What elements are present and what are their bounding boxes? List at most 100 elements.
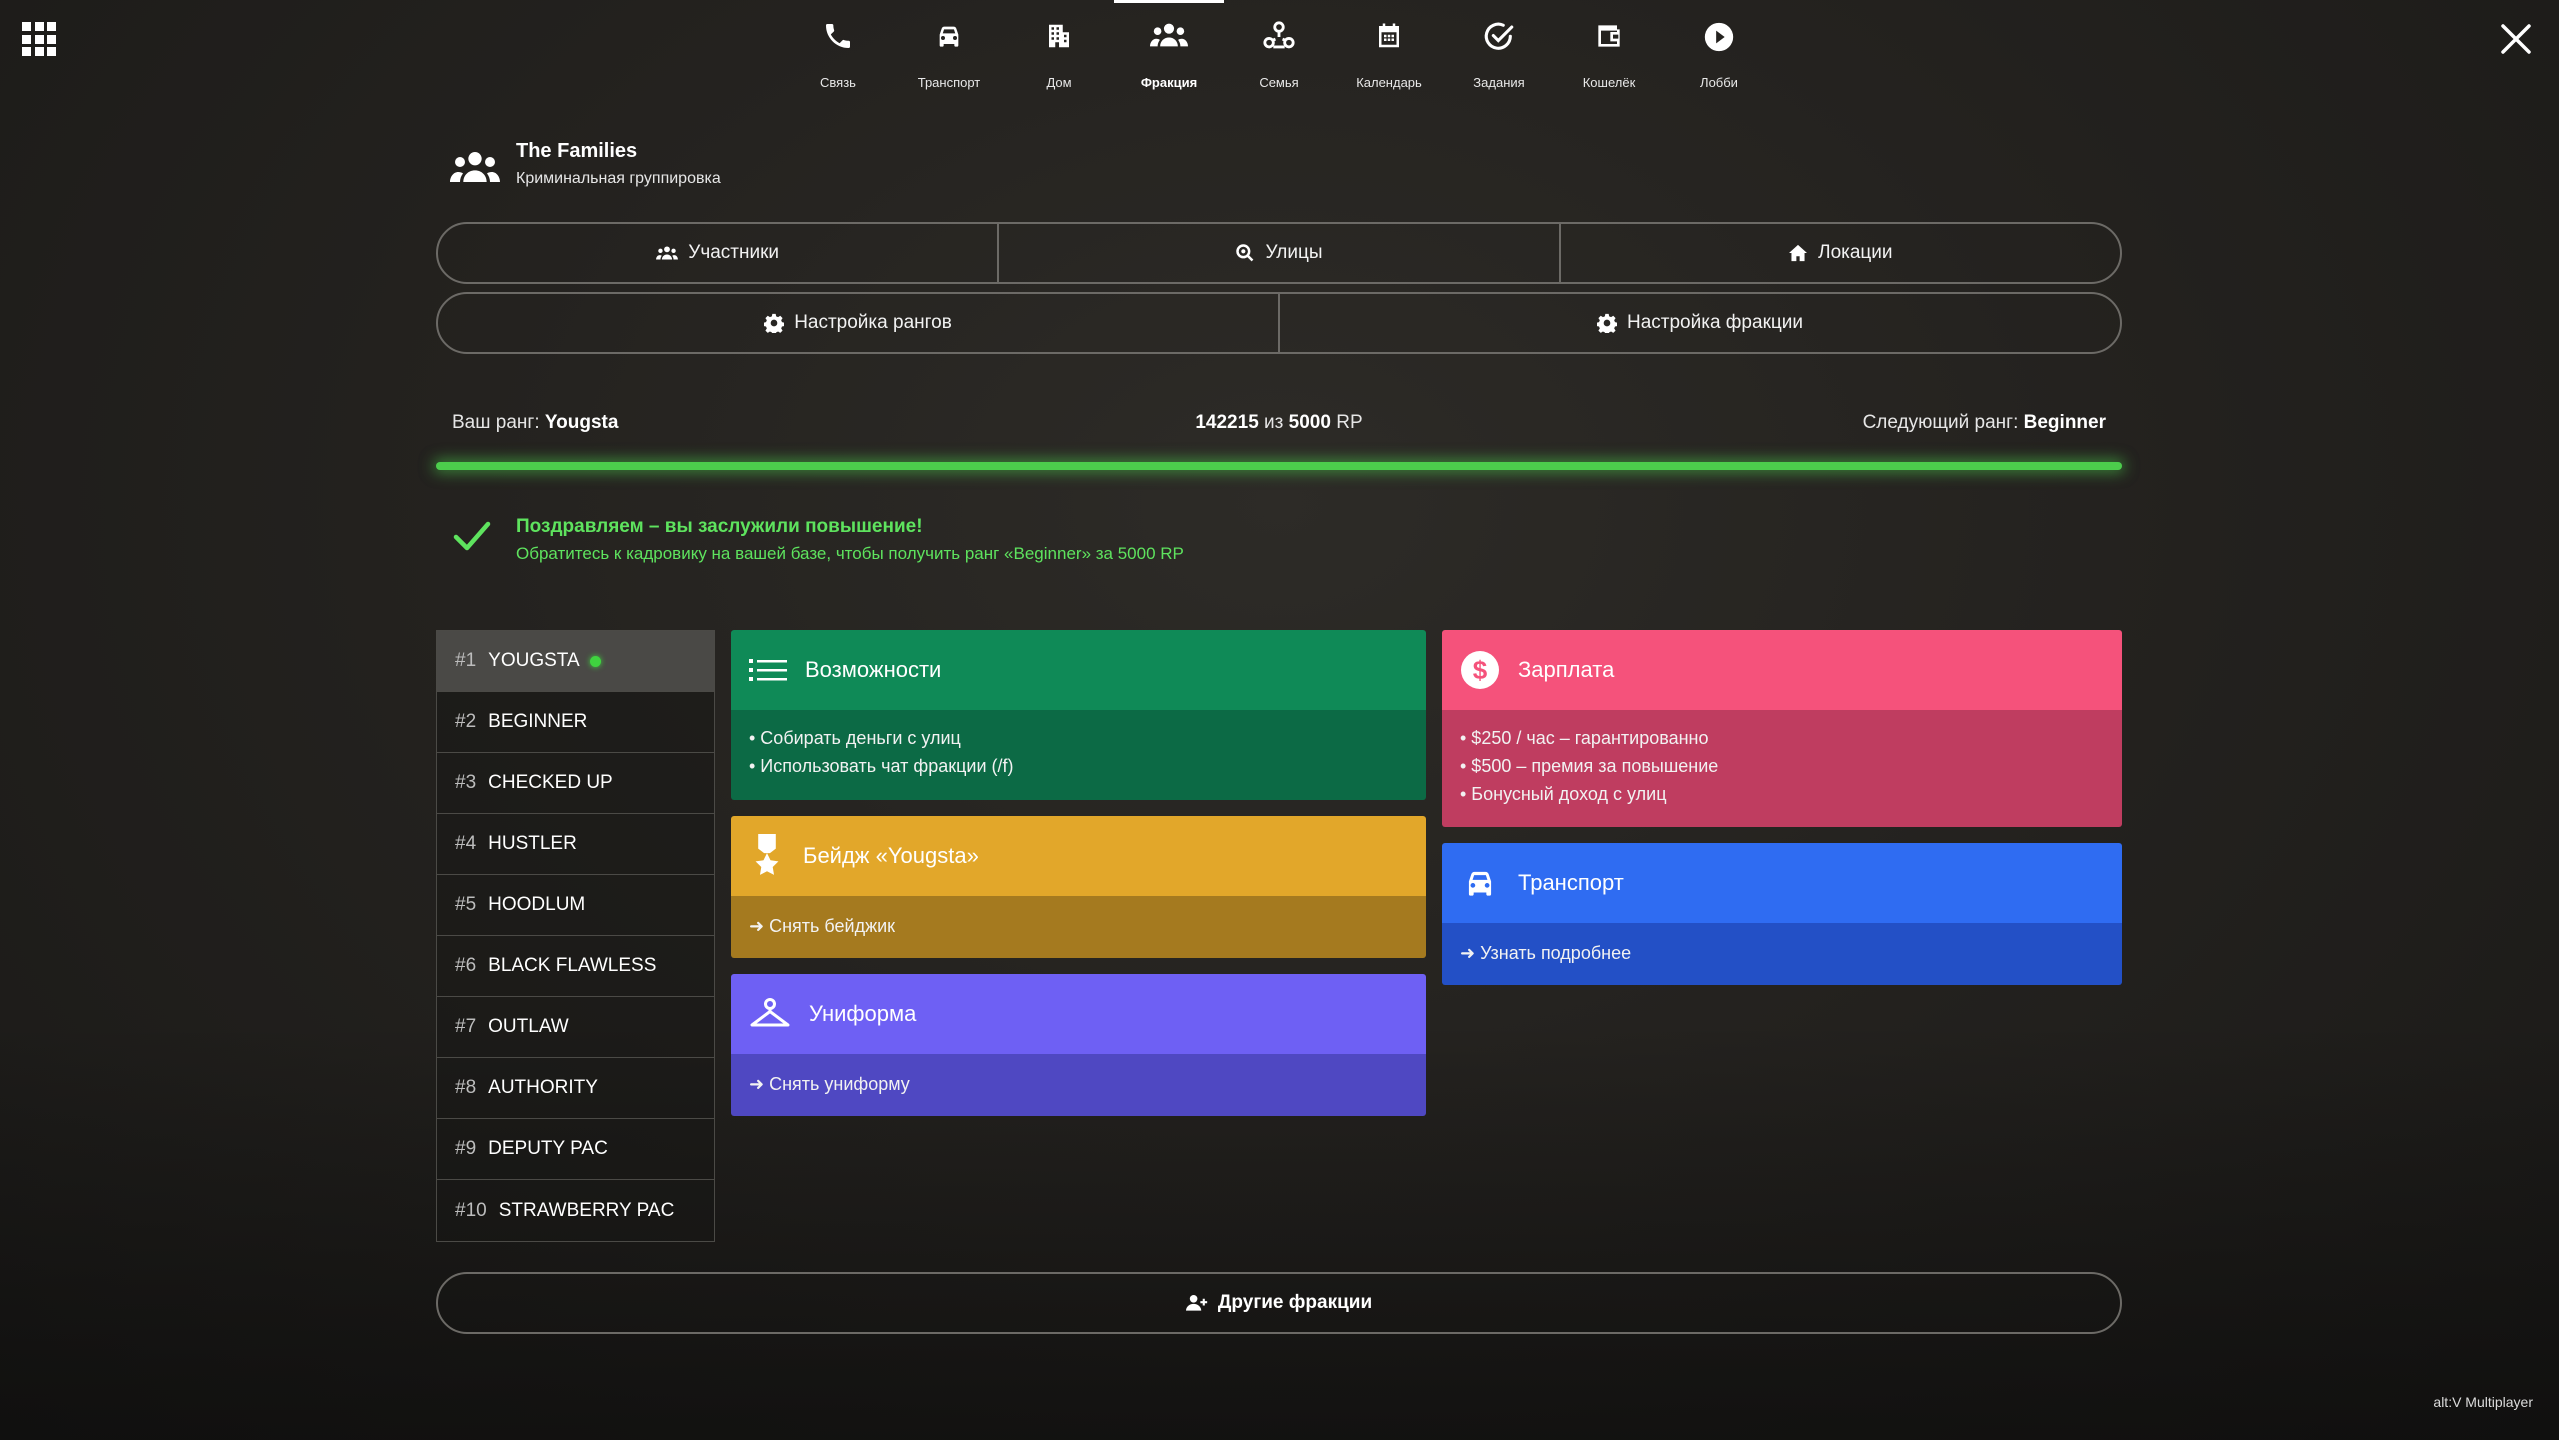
faction-tabs-row2: Настройка рангов Настройка фракции xyxy=(436,292,2122,354)
users-icon xyxy=(1150,23,1188,47)
list-item: • $500 – премия за повышение xyxy=(1460,756,1719,776)
rp-target: 5000 xyxy=(1288,412,1331,433)
nav-label: Связь xyxy=(820,75,856,90)
rank-name: YOUGSTA xyxy=(488,650,580,671)
nav-label: Транспорт xyxy=(917,75,981,90)
brand-label: alt:V Multiplayer xyxy=(2433,1394,2533,1410)
nav-item-lobby[interactable]: Лобби xyxy=(1664,0,1774,100)
rank-list: #1 YOUGSTA #2 BEGINNER #3 CHECKED UP #4 HUSTLER… xyxy=(436,630,715,1242)
remove-uniform-link[interactable]: ➜ Снять униформу xyxy=(749,1070,1408,1098)
nav-item-faction[interactable]: Фракция xyxy=(1114,0,1224,100)
rank-number: #6 xyxy=(455,955,477,976)
rank-list-item[interactable]: #8 AUTHORITY xyxy=(437,1058,714,1119)
nav-item-transport[interactable]: Транспорт xyxy=(894,0,1004,100)
rank-list-item[interactable]: #10 STRAWBERRY PAC xyxy=(437,1180,714,1241)
rank-number: #10 xyxy=(455,1199,487,1221)
users-icon xyxy=(656,246,679,260)
rank-number: #8 xyxy=(455,1077,477,1098)
nav-label: Задания xyxy=(1473,75,1525,90)
nav-item-connection[interactable]: Связь xyxy=(783,0,893,100)
transport-card-body: ➜ Узнать подробнее xyxy=(1442,923,2122,985)
other-factions-label: Другие фракции xyxy=(1217,1292,1373,1313)
rank-list-item[interactable]: #4 HUSTLER xyxy=(437,814,714,875)
rank-number: #5 xyxy=(455,894,477,915)
members-label: Участники xyxy=(688,242,780,263)
next-rank-value: Beginner xyxy=(2023,412,2106,433)
faction-tabs-row1: Участники Улицы Локации xyxy=(436,222,2122,284)
transport-title: Транспорт xyxy=(1518,870,1624,895)
badge-card-body: ➜ Снять бейджик xyxy=(731,896,1426,958)
rank-number: #2 xyxy=(455,711,477,732)
locations-button[interactable]: Локации xyxy=(1561,224,2120,282)
uniform-title: Униформа xyxy=(809,1001,917,1026)
remove-badge-link[interactable]: ➜ Снять бейджик xyxy=(749,912,1408,940)
rank-name: BEGINNER xyxy=(488,711,588,732)
nav-label: Фракция xyxy=(1140,75,1198,90)
features-title: Возможности xyxy=(805,657,942,682)
list-item: • Использовать чат фракции (/f) xyxy=(749,756,1014,776)
rank-info: Ваш ранг: Yougsta 142215 из 5000 RP След… xyxy=(452,412,2106,442)
rank-number: #3 xyxy=(455,772,477,793)
streets-label: Улицы xyxy=(1265,242,1323,263)
badge-title: Бейдж «Yougsta» xyxy=(803,843,979,868)
promotion-text: Обратитесь к кадровику на вашей базе, чт… xyxy=(516,544,1184,563)
rp-current: 142215 xyxy=(1195,412,1259,433)
medal-icon xyxy=(755,834,779,875)
phone-icon xyxy=(826,24,850,48)
top-nav: Связь Транспорт Дом Фракция Семья Календ… xyxy=(0,0,2559,110)
calendar-icon xyxy=(1379,23,1399,48)
nav-label: Календарь xyxy=(1356,75,1422,90)
rank-list-item[interactable]: #5 HOODLUM xyxy=(437,875,714,936)
streets-button[interactable]: Улицы xyxy=(999,224,1561,282)
nav-label: Лобби xyxy=(1700,75,1738,90)
user-plus-icon xyxy=(1185,1294,1208,1311)
svg-text:$: $ xyxy=(1473,655,1488,685)
rank-list-item[interactable]: #1 YOUGSTA xyxy=(437,631,714,692)
other-factions-button[interactable]: Другие фракции xyxy=(436,1272,2122,1334)
transport-card-header: Транспорт xyxy=(1442,843,2122,923)
rank-name: DEPUTY PAC xyxy=(488,1138,608,1159)
wallet-icon xyxy=(1598,25,1620,47)
list-icon xyxy=(749,659,787,681)
salary-card: $ Зарплата • $250 / час – гарантированно… xyxy=(1442,630,2122,827)
hanger-icon xyxy=(750,998,790,1027)
uniform-card: Униформа ➜ Снять униформу xyxy=(731,974,1426,1116)
rank-name: AUTHORITY xyxy=(488,1077,598,1098)
online-status-dot xyxy=(589,655,601,667)
rank-list-item[interactable]: #7 OUTLAW xyxy=(437,997,714,1058)
members-button[interactable]: Участники xyxy=(438,224,1000,282)
rank-number: #1 xyxy=(455,650,477,671)
locations-label: Локации xyxy=(1818,242,1893,263)
faction-name: The Families xyxy=(516,140,638,162)
nav-item-tasks[interactable]: Задания xyxy=(1444,0,1554,100)
features-card: Возможности • Собирать деньги с улиц • И… xyxy=(731,630,1426,800)
nav-item-wallet[interactable]: Кошелёк xyxy=(1554,0,1664,100)
dollar-icon: $ xyxy=(1461,651,1499,689)
transport-details-link[interactable]: ➜ Узнать подробнее xyxy=(1460,939,2104,967)
rank-name: HOODLUM xyxy=(488,894,586,915)
users-icon xyxy=(450,152,500,182)
rank-list-item[interactable]: #3 CHECKED UP xyxy=(437,753,714,814)
nav-item-home[interactable]: Дом xyxy=(1004,0,1114,100)
nav-item-family[interactable]: Семья xyxy=(1224,0,1334,100)
rank-list-item[interactable]: #9 DEPUTY PAC xyxy=(437,1119,714,1180)
transport-card: Транспорт ➜ Узнать подробнее xyxy=(1442,843,2122,985)
nav-item-calendar[interactable]: Календарь xyxy=(1334,0,1444,100)
rank-name: BLACK FLAWLESS xyxy=(488,955,657,976)
rank-list-item[interactable]: #6 BLACK FLAWLESS xyxy=(437,936,714,997)
badge-card: Бейдж «Yougsta» ➜ Снять бейджик xyxy=(731,816,1426,958)
faction-subtitle: Криминальная группировка xyxy=(516,170,721,187)
rank-points: 142215 из 5000 RP xyxy=(452,412,2106,434)
rank-number: #7 xyxy=(455,1016,477,1037)
rank-number: #9 xyxy=(455,1138,477,1159)
rank-progress-fill xyxy=(436,462,2122,470)
rank-name: STRAWBERRY PAC xyxy=(498,1199,675,1221)
rank-list-item[interactable]: #2 BEGINNER xyxy=(437,692,714,753)
rank-settings-button[interactable]: Настройка рангов xyxy=(438,294,1280,352)
check-circle-icon xyxy=(1484,22,1514,50)
rank-progress-bar xyxy=(436,462,2122,470)
building-icon xyxy=(1049,24,1069,48)
faction-settings-button[interactable]: Настройка фракции xyxy=(1280,294,2120,352)
salary-card-body: • $250 / час – гарантированно • $500 – п… xyxy=(1442,710,2122,827)
gear-icon xyxy=(1596,313,1617,333)
